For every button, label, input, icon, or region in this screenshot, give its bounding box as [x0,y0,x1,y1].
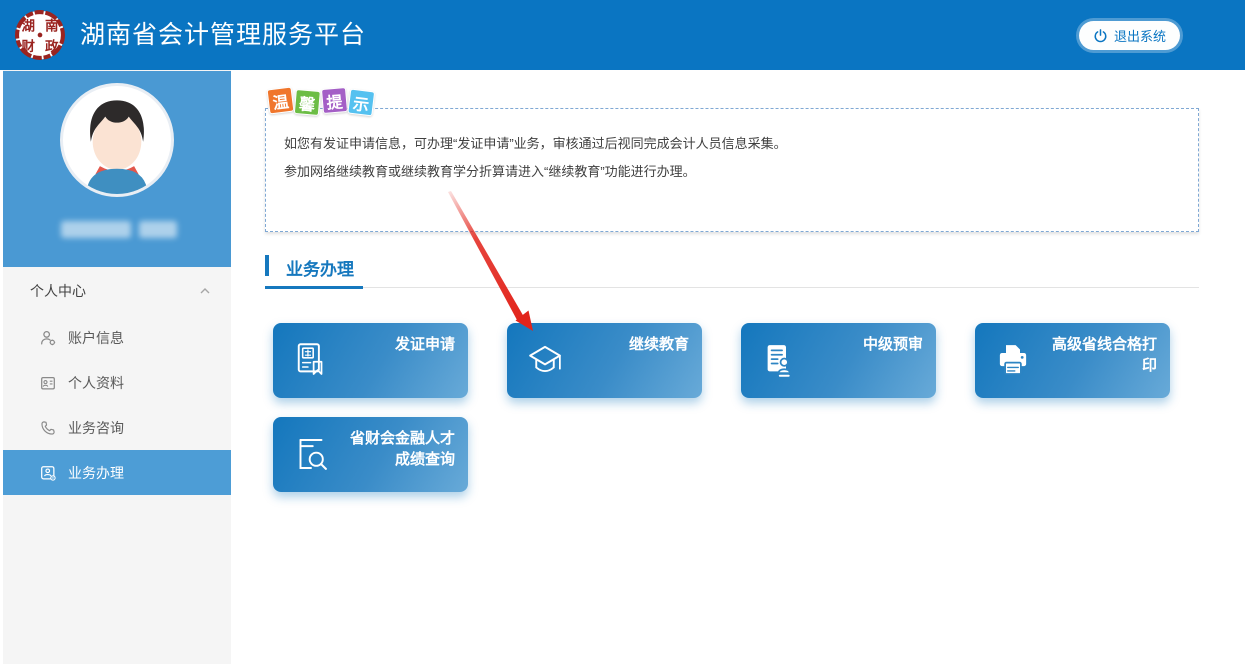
badge-char: 提 [321,87,348,114]
section-divider [265,287,1199,288]
card-continuing-education[interactable]: 继续教育 [507,323,702,398]
printer-icon [992,339,1034,381]
graduation-cap-icon [524,339,566,381]
card-label: 省财会金融人才 成绩查询 [350,428,455,470]
badge-gear-icon [39,464,57,482]
username-blurred [139,221,177,238]
power-icon [1093,28,1108,43]
logout-button[interactable]: 退出系统 [1079,21,1180,50]
badge-char: 示 [347,89,375,117]
section-label: 个人中心 [30,281,86,301]
sidebar-item-account-info[interactable]: 账户信息 [3,315,231,360]
card-certificate-application[interactable]: 发证申请 [273,323,468,398]
section-header: 业务办理 [265,252,1199,288]
card-finance-talent-score-query[interactable]: 省财会金融人才 成绩查询 [273,417,468,492]
card-intermediate-prereview[interactable]: 中级预审 [741,323,936,398]
sidebar-item-label: 业务咨询 [68,418,124,438]
header: 湖 南 财 政 湖南省会计管理服务平台 退出系统 [0,0,1245,70]
card-label: 高级省线合格打 印 [1052,334,1157,376]
user-gear-icon [39,329,57,347]
svg-text:政: 政 [45,38,59,54]
sidebar-item-label: 业务办理 [68,463,124,483]
sidebar-section-personal-center[interactable]: 个人中心 [3,267,231,315]
section-divider-accent [265,286,363,289]
sidebar-item-label: 个人资料 [68,373,124,393]
card-senior-qualification-print[interactable]: 高级省线合格打 印 [975,323,1170,398]
svg-text:南: 南 [45,18,59,34]
card-label: 继续教育 [629,334,689,355]
sidebar-item-label: 账户信息 [68,328,124,348]
badge-char: 温 [267,87,295,115]
sidebar-menu: 个人中心 账户信息 [3,267,231,495]
cartoon-person-icon [63,86,171,194]
page: 湖 南 财 政 湖南省会计管理服务平台 退出系统 [0,0,1245,664]
notice-line-2: 参加网络继续教育或继续教育学分折算请进入“继续教育”功能进行办理。 [284,161,696,180]
sidebar: 个人中心 账户信息 [3,70,231,664]
card-label: 发证申请 [395,334,455,355]
avatar[interactable] [60,83,174,197]
card-label: 中级预审 [863,334,923,355]
sidebar-item-business-handling[interactable]: 业务办理 [3,450,231,495]
id-card-icon [39,374,57,392]
app-title: 湖南省会计管理服务平台 [80,0,366,70]
user-panel [3,71,231,267]
logout-label: 退出系统 [1114,26,1166,45]
chevron-up-icon [199,285,211,297]
hunan-finance-seal-logo: 湖 南 财 政 [13,8,67,62]
section-accent-bar [265,255,269,276]
sidebar-item-personal-profile[interactable]: 个人资料 [3,360,231,405]
sidebar-item-business-consulting[interactable]: 业务咨询 [3,405,231,450]
warm-tips-badge: 温 馨 提 示 [268,88,374,113]
svg-text:财: 财 [21,38,36,54]
notice-line-1: 如您有发证申请信息，可办理“发证申请”业务，审核通过后视同完成会计人员信息采集。 [284,133,787,152]
document-person-icon [758,339,800,381]
svg-text:湖: 湖 [22,19,36,34]
badge-char: 馨 [294,89,321,116]
notice-box: 如您有发证申请信息，可办理“发证申请”业务，审核通过后视同完成会计人员信息采集。… [265,108,1199,232]
username-blurred [61,221,131,238]
document-search-icon [290,433,332,475]
certificate-icon [290,339,332,381]
phone-icon [39,419,57,437]
section-title: 业务办理 [286,255,354,280]
